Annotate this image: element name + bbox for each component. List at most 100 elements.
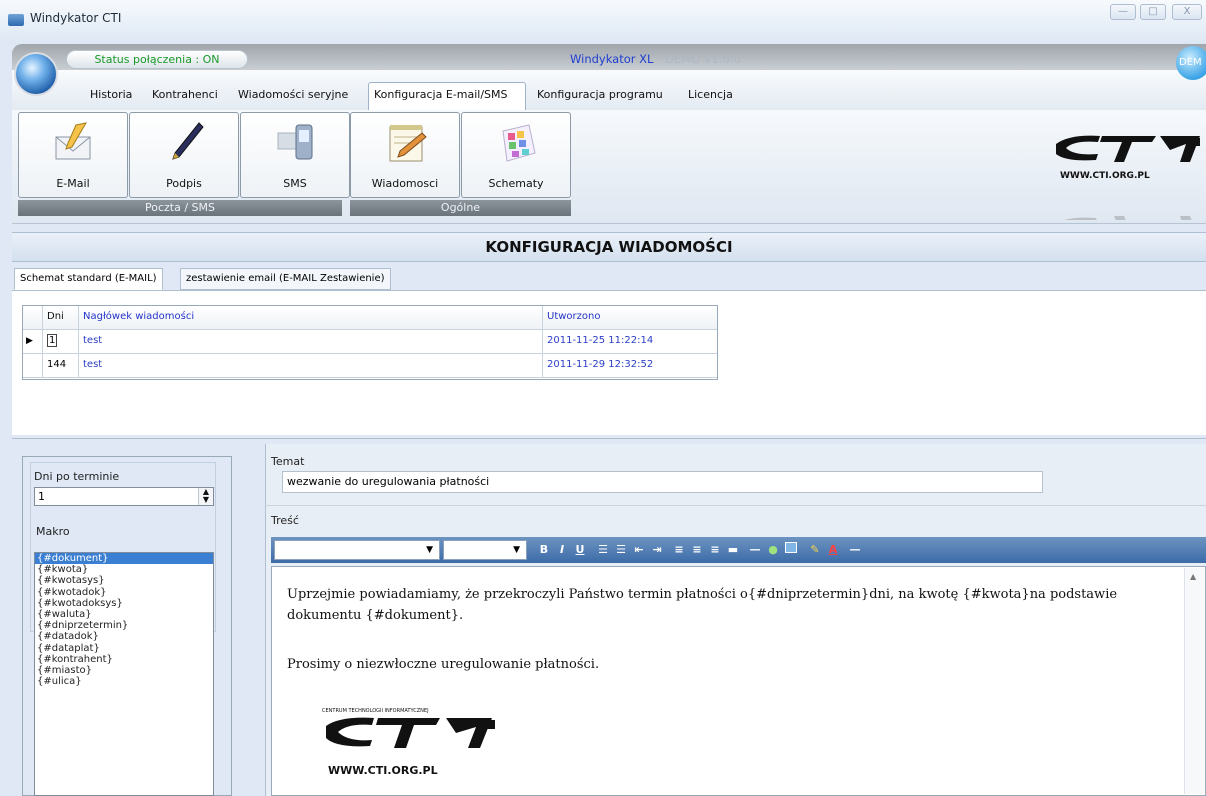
horizontal-line-icon[interactable]: —: [847, 542, 863, 558]
link-globe-icon[interactable]: ●: [765, 542, 781, 558]
schematy-button[interactable]: Schematy: [461, 112, 571, 198]
tresc-label: Treść: [271, 514, 299, 527]
cell-dni[interactable]: 1: [43, 330, 79, 353]
sms-button-label: SMS: [283, 177, 307, 190]
grid-corner: [23, 306, 43, 329]
logo-url: WWW.CTI.ORG.PL: [1060, 171, 1150, 181]
macro-item[interactable]: {#kwotadok}: [35, 587, 213, 598]
align-left-icon[interactable]: ≡: [671, 542, 687, 558]
macro-item[interactable]: {#dokument}: [35, 553, 213, 565]
font-size-select[interactable]: ▼: [443, 540, 527, 560]
col-header-naglowek[interactable]: Nagłówek wiadomości: [79, 306, 543, 329]
body-paragraph-1: Uprzejmie powiadamiamy, że przekroczyli …: [287, 587, 1118, 623]
close-button[interactable]: X: [1172, 4, 1202, 20]
company-logo: WWW.CTI.ORG.PL: [1040, 120, 1206, 243]
horizontal-rule-icon[interactable]: —: [747, 542, 763, 558]
menu-konfiguracja-email-sms[interactable]: Konfiguracja E-mail/SMS: [374, 88, 508, 101]
macro-item[interactable]: {#ulica}: [35, 676, 213, 687]
row-selector: [23, 354, 43, 377]
macro-item[interactable]: {#miasto}: [35, 665, 213, 676]
maximize-button[interactable]: □: [1140, 4, 1166, 20]
cell-dni[interactable]: 144: [43, 354, 79, 377]
signature-url: WWW.CTI.ORG.PL: [328, 764, 438, 777]
notepad-icon: [389, 125, 427, 162]
cell-naglowek[interactable]: test: [79, 354, 543, 377]
bullet-list-icon[interactable]: ☰: [613, 542, 629, 558]
font-color-icon[interactable]: A: [825, 542, 841, 558]
macro-list[interactable]: {#dokument} {#kwota} {#kwotasys} {#kwota…: [34, 552, 214, 796]
macro-item[interactable]: {#kwotasys}: [35, 575, 213, 586]
italic-icon[interactable]: I: [555, 542, 569, 558]
image-icon[interactable]: [783, 542, 799, 558]
macro-item[interactable]: {#dniprzetermin}: [35, 620, 213, 631]
email-icon: [55, 122, 91, 160]
font-family-select[interactable]: ▼: [274, 540, 440, 560]
align-center-icon[interactable]: ≡: [689, 542, 705, 558]
body-paragraph-2: Prosimy o niezwłoczne uregulowanie płatn…: [287, 657, 600, 672]
editor-scrollbar[interactable]: [1184, 568, 1204, 794]
col-header-utworzono[interactable]: Utworzono: [543, 306, 717, 329]
macro-item[interactable]: {#waluta}: [35, 609, 213, 620]
pen-icon: [172, 122, 204, 160]
globe-icon[interactable]: [14, 52, 58, 96]
temat-input[interactable]: wezwanie do uregulowania płatności: [282, 471, 1043, 493]
minimize-button[interactable]: —: [1110, 4, 1136, 20]
menu-wiadomosci-seryjne[interactable]: Wiadomości seryjne: [238, 88, 348, 101]
align-right-icon[interactable]: ≡: [707, 542, 723, 558]
sms-button[interactable]: SMS: [240, 112, 350, 198]
wiadomosci-button[interactable]: Wiadomosci: [350, 112, 460, 198]
palette-icon: [502, 124, 536, 162]
podpis-button-label: Podpis: [166, 177, 202, 190]
chevron-down-icon: ▼: [426, 545, 433, 555]
signature-caption: CENTRUM TECHNOLOGII INFORMATYCZNEJ: [322, 708, 429, 714]
stepper-arrows-icon[interactable]: ▲ ▼: [198, 488, 213, 505]
app-icon: [8, 14, 24, 26]
macro-item[interactable]: {#kwota}: [35, 564, 213, 575]
indent-icon[interactable]: ⇥: [649, 542, 665, 558]
justify-icon[interactable]: ▬: [725, 542, 741, 558]
email-button-label: E-Mail: [56, 177, 90, 190]
wiadomosci-button-label: Wiadomosci: [371, 177, 439, 190]
window-title: Windykator CTI: [30, 11, 122, 25]
macro-item[interactable]: {#datadok}: [35, 631, 213, 642]
temat-label: Temat: [271, 455, 305, 468]
brand-dash: -: [653, 52, 665, 66]
email-button[interactable]: E-Mail: [18, 112, 128, 198]
group-poczta-sms: Poczta / SMS: [18, 200, 342, 216]
group-ogolne: Ogólne: [350, 200, 571, 216]
demo-badge: DEM: [1176, 46, 1206, 80]
cell-naglowek[interactable]: test: [79, 330, 543, 353]
underline-icon[interactable]: U: [573, 542, 587, 558]
podpis-button[interactable]: Podpis: [129, 112, 239, 198]
tab-schemat-standard[interactable]: Schemat standard (E-MAIL): [14, 268, 163, 290]
bold-icon[interactable]: B: [537, 542, 551, 558]
menu-licencja[interactable]: Licencja: [688, 88, 733, 101]
outdent-icon[interactable]: ⇤: [631, 542, 647, 558]
brand-version: DEMO V1.0.0: [664, 52, 741, 66]
table-row[interactable]: 144 test 2011-11-29 12:32:52: [23, 354, 717, 378]
col-header-dni[interactable]: Dni: [43, 306, 79, 329]
signature-logo: CENTRUM TECHNOLOGII INFORMATYCZNEJ WWW.C…: [316, 700, 536, 782]
highlight-icon[interactable]: ✎: [807, 542, 823, 558]
table-row[interactable]: ▶ 1 test 2011-11-25 11:22:14: [23, 330, 717, 354]
menu-kontrahenci[interactable]: Kontrahenci: [152, 88, 218, 101]
dni-po-terminie-stepper[interactable]: 1: [34, 487, 214, 506]
menu-konfiguracja-programu[interactable]: Konfiguracja programu: [537, 88, 663, 101]
cell-utworzono[interactable]: 2011-11-29 12:32:52: [543, 354, 717, 377]
tab-zestawienie-email[interactable]: zestawienie email (E-MAIL Zestawienie): [180, 268, 391, 290]
brand-name: Windykator XL: [570, 52, 654, 66]
scroll-up-icon[interactable]: ▲: [1190, 572, 1196, 581]
divider: [265, 505, 1206, 506]
macro-item[interactable]: {#kwotadoksys}: [35, 598, 213, 609]
macro-item[interactable]: {#kontrahent}: [35, 654, 213, 665]
cell-utworzono[interactable]: 2011-11-25 11:22:14: [543, 330, 717, 353]
macro-item[interactable]: {#dataplat}: [35, 643, 213, 654]
schematy-button-label: Schematy: [488, 177, 544, 190]
grid-header-row: Dni Nagłówek wiadomości Utworzono: [23, 306, 717, 330]
dni-po-terminie-label: Dni po terminie: [34, 470, 120, 483]
menu-historia[interactable]: Historia: [90, 88, 132, 101]
phone-icon: [277, 124, 313, 160]
numbered-list-icon[interactable]: ☰: [595, 542, 611, 558]
window-titlebar: Windykator CTI — □ X: [0, 0, 1206, 44]
editor-toolbar: ▼ ▼ B I U ☰ ☰ ⇤ ⇥ ≡ ≡ ≡ ▬ — ● ✎ A —: [271, 537, 1206, 563]
